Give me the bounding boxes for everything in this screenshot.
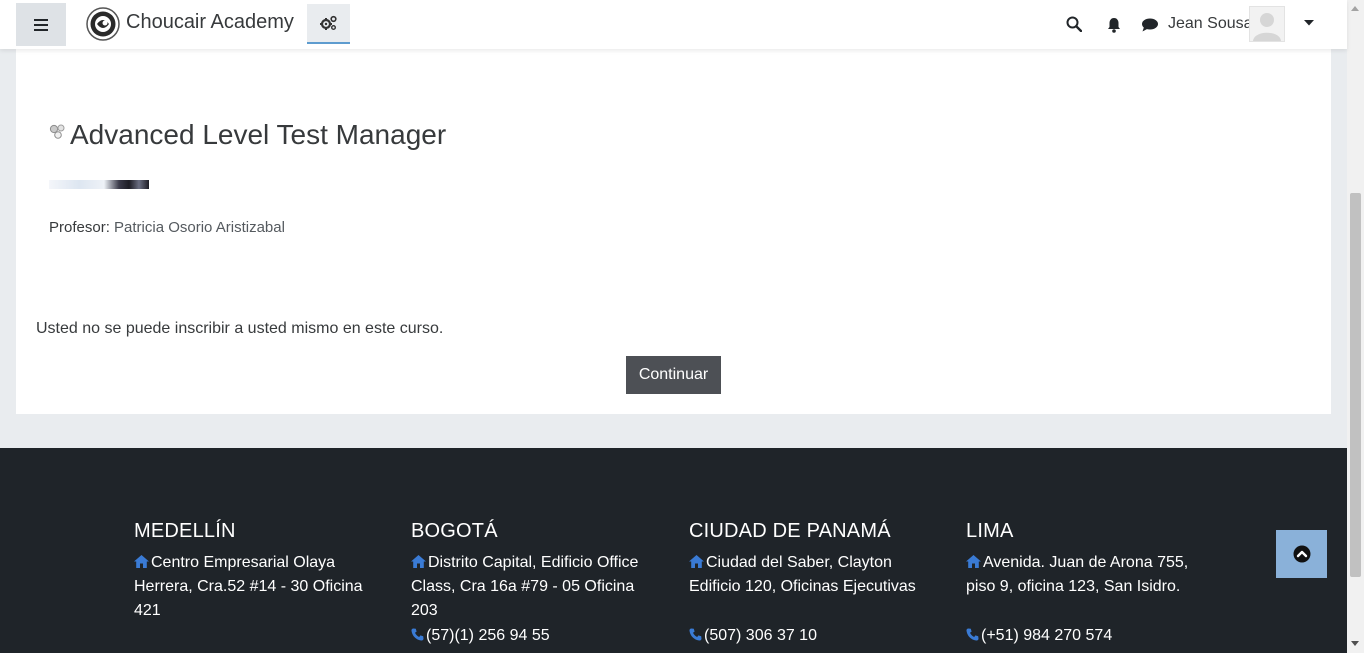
scroll-thumb[interactable] xyxy=(1350,193,1361,577)
notifications-button[interactable] xyxy=(1104,15,1124,35)
office-phone: (507) 306 37 10 xyxy=(689,624,817,648)
page-footer: MEDELLÍN Centro Empresarial Olaya Herrer… xyxy=(0,448,1347,653)
scroll-up-arrow[interactable] xyxy=(1351,6,1359,11)
bell-icon xyxy=(1108,18,1120,33)
phone-icon xyxy=(966,628,979,641)
office-address-text: Ciudad del Saber, Clayton Edificio 120, … xyxy=(689,554,916,595)
page-scrollbar[interactable] xyxy=(1347,0,1364,653)
user-name[interactable]: Jean Sousa xyxy=(1168,15,1253,33)
avatar[interactable] xyxy=(1249,6,1285,42)
cogs-icon xyxy=(319,15,337,30)
settings-cog-button[interactable] xyxy=(307,4,350,44)
teacher-name-link[interactable]: Patricia Osorio Aristizabal xyxy=(114,219,285,236)
office-medellin: MEDELLÍN Centro Empresarial Olaya Herrer… xyxy=(134,520,374,623)
office-phone-text[interactable]: (+51) 984 270 574 xyxy=(981,627,1112,644)
hamburger-icon xyxy=(34,18,48,31)
teacher-label: Profesor: xyxy=(49,219,110,236)
office-address: Avenida. Juan de Arona 755, piso 9, ofic… xyxy=(966,551,1206,599)
scroll-down-arrow[interactable] xyxy=(1351,641,1359,646)
office-phone-text[interactable]: (57)(1) 256 94 55 xyxy=(426,627,550,644)
teacher-line: Profesor: Patricia Osorio Aristizabal xyxy=(49,219,285,236)
office-address-text: Avenida. Juan de Arona 755, piso 9, ofic… xyxy=(966,554,1189,595)
office-address: Ciudad del Saber, Clayton Edificio 120, … xyxy=(689,551,929,599)
home-icon xyxy=(689,555,704,568)
office-address-text: Centro Empresarial Olaya Herrera, Cra.52… xyxy=(134,554,363,619)
search-button[interactable] xyxy=(1064,14,1084,34)
office-phone: (+51) 984 270 574 xyxy=(966,624,1112,648)
office-lima: LIMA Avenida. Juan de Arona 755, piso 9,… xyxy=(966,520,1206,644)
phone-icon xyxy=(689,628,702,641)
office-address-text: Distrito Capital, Edificio Office Class,… xyxy=(411,554,639,619)
user-menu-toggle[interactable] xyxy=(1300,16,1318,30)
site-name[interactable]: Choucair Academy xyxy=(126,11,294,34)
home-icon xyxy=(134,555,149,568)
enrol-notice: Usted no se puede inscribir a usted mism… xyxy=(36,320,444,337)
messages-button[interactable] xyxy=(1139,15,1161,35)
office-city: MEDELLÍN xyxy=(134,520,236,542)
back-to-top-button[interactable] xyxy=(1276,530,1327,578)
office-address: Centro Empresarial Olaya Herrera, Cra.52… xyxy=(134,551,374,623)
office-panama: CIUDAD DE PANAMÁ Ciudad del Saber, Clayt… xyxy=(689,520,929,644)
course-image xyxy=(49,180,149,189)
office-bogota: BOGOTÁ Distrito Capital, Edificio Office… xyxy=(411,520,651,644)
office-address: Distrito Capital, Edificio Office Class,… xyxy=(411,551,651,623)
nav-drawer-toggle-button[interactable] xyxy=(16,3,66,46)
course-title[interactable]: Advanced Level Test Manager xyxy=(70,119,446,151)
chevron-up-circle-icon xyxy=(1293,545,1310,563)
top-navbar: Choucair Academy Jean Sousa xyxy=(0,0,1347,49)
site-logo[interactable] xyxy=(86,7,120,41)
chat-icon xyxy=(1142,18,1158,32)
caret-down-icon xyxy=(1304,20,1314,26)
office-phone-text[interactable]: (507) 306 37 10 xyxy=(704,627,817,644)
phone-icon xyxy=(411,628,424,641)
office-city: CIUDAD DE PANAMÁ xyxy=(689,520,891,542)
continue-button[interactable]: Continuar xyxy=(626,356,721,394)
course-icon xyxy=(49,124,65,139)
office-phone: (57)(1) 256 94 55 xyxy=(411,624,550,648)
office-city: BOGOTÁ xyxy=(411,520,498,542)
default-user-icon xyxy=(1253,13,1281,41)
search-icon xyxy=(1066,16,1082,32)
office-city: LIMA xyxy=(966,520,1014,542)
main-content: Advanced Level Test Manager Profesor: Pa… xyxy=(16,49,1331,414)
home-icon xyxy=(966,555,981,568)
home-icon xyxy=(411,555,426,568)
